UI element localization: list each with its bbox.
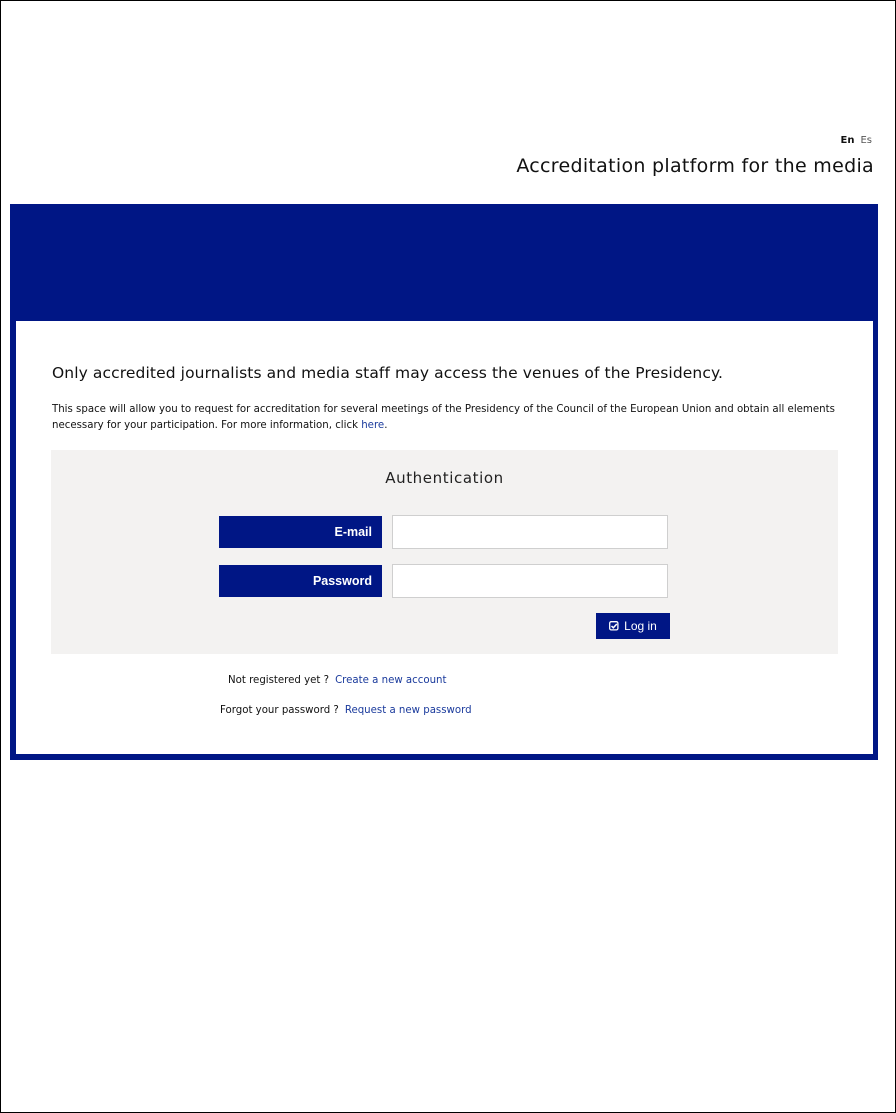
check-square-icon — [609, 621, 619, 631]
forgot-question: Forgot your password ? — [220, 705, 339, 716]
email-label: E-mail — [219, 516, 382, 548]
login-button-label: Log in — [624, 619, 657, 633]
site-title: Accreditation platform for the media — [516, 155, 874, 177]
authentication-panel: Authentication E-mail Password Log in — [51, 450, 838, 654]
language-en[interactable]: En — [841, 135, 855, 146]
intro-text: This space will allow you to request for… — [52, 402, 842, 434]
register-question: Not registered yet ? — [228, 675, 330, 686]
login-button[interactable]: Log in — [596, 613, 670, 639]
email-field[interactable] — [392, 515, 668, 549]
page-frame: En Es Accreditation platform for the med… — [0, 0, 896, 1113]
request-password-link[interactable]: Request a new password — [345, 705, 472, 716]
password-field[interactable] — [392, 564, 668, 598]
intro-text-body: This space will allow you to request for… — [52, 404, 835, 431]
more-info-link[interactable]: here — [361, 420, 384, 431]
register-row: Not registered yet ? Create a new account — [228, 675, 447, 686]
language-switcher: En Es — [841, 135, 872, 146]
authentication-title: Authentication — [385, 469, 504, 487]
create-account-link[interactable]: Create a new account — [335, 675, 446, 686]
main-content: Only accredited journalists and media st… — [16, 321, 873, 754]
forgot-password-row: Forgot your password ? Request a new pass… — [220, 705, 472, 716]
intro-heading: Only accredited journalists and media st… — [52, 364, 724, 382]
language-es[interactable]: Es — [860, 135, 872, 146]
intro-text-end: . — [384, 420, 388, 431]
password-label: Password — [219, 565, 382, 597]
